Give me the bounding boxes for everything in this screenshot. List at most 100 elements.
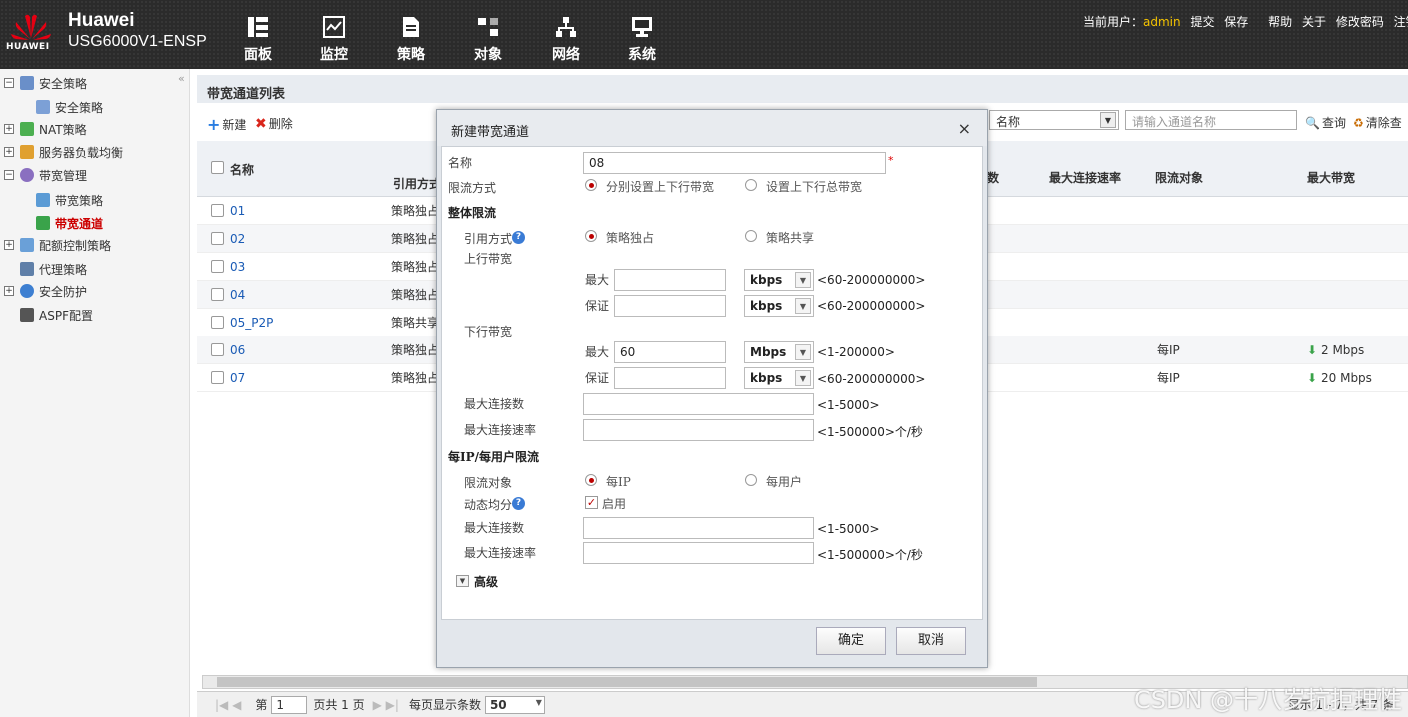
target-per-ip-radio[interactable]: [585, 474, 597, 486]
expand-toggle-icon[interactable]: +: [4, 240, 14, 250]
sidebar-item-server-lb[interactable]: + 服务器负载均衡: [4, 141, 123, 163]
column-name[interactable]: 名称: [230, 141, 254, 197]
expand-advanced-icon[interactable]: ▼: [456, 575, 469, 587]
upstream-label: 上行带宽: [464, 252, 513, 266]
page-input[interactable]: 1: [271, 695, 308, 714]
limit-mode-separate-radio[interactable]: [585, 179, 597, 191]
search-input[interactable]: 请输入通道名称: [1125, 110, 1297, 130]
system-icon: [632, 17, 652, 37]
clear-button[interactable]: ♻ 清除查: [1353, 114, 1402, 131]
per-ip-max-rate-input[interactable]: [583, 542, 814, 564]
ref-shared-radio[interactable]: [745, 230, 757, 242]
help-icon[interactable]: ?: [512, 231, 525, 244]
scrollbar-thumb[interactable]: [217, 677, 1037, 687]
bandwidth-channel-icon: [36, 216, 50, 230]
row-name-link[interactable]: 03: [230, 260, 245, 274]
nav-system[interactable]: 系统: [617, 16, 667, 64]
collapse-toggle-icon[interactable]: −: [4, 170, 14, 180]
sidebar-item-proxy-policy[interactable]: 代理策略: [20, 258, 87, 280]
help-icon[interactable]: ?: [512, 497, 525, 510]
max-rate-input[interactable]: [583, 419, 814, 441]
row-name-link[interactable]: 02: [230, 232, 245, 246]
logout-link[interactable]: 注销: [1394, 15, 1408, 29]
down-guar-input[interactable]: [614, 367, 726, 389]
cancel-button[interactable]: 取消: [896, 627, 966, 655]
row-checkbox[interactable]: [211, 288, 224, 301]
sidebar-item-security-policy[interactable]: 安全策略: [36, 96, 103, 118]
filter-field-select[interactable]: 名称 ▼: [989, 110, 1119, 130]
row-checkbox[interactable]: [211, 260, 224, 273]
up-guar-unit-select[interactable]: kbps ▼: [744, 295, 814, 317]
target-per-ip-label: 每IP: [606, 475, 631, 489]
up-guar-input[interactable]: [614, 295, 726, 317]
limit-mode-label: 限流方式: [448, 181, 497, 195]
ok-button[interactable]: 确定: [816, 627, 886, 655]
row-name-link[interactable]: 04: [230, 288, 245, 302]
sidebar-item-label: 安全策略: [55, 100, 104, 115]
row-name-link[interactable]: 05_P2P: [230, 316, 273, 330]
per-page-select[interactable]: 50 ▼: [484, 695, 545, 714]
last-page-icon[interactable]: ▶ ▶|: [373, 698, 399, 712]
down-max-unit-select[interactable]: Mbps ▼: [744, 341, 814, 363]
sidebar-item-security-policy-group[interactable]: − 安全策略: [4, 72, 87, 94]
expand-toggle-icon[interactable]: +: [4, 147, 14, 157]
nav-network[interactable]: 网络: [541, 16, 591, 64]
save-link[interactable]: 保存: [1224, 15, 1248, 29]
row-name-link[interactable]: 06: [230, 343, 245, 357]
row-name-link[interactable]: 07: [230, 371, 245, 385]
sidebar-item-bandwidth-mgmt[interactable]: − 带宽管理: [4, 164, 87, 186]
new-button[interactable]: + 新建: [207, 115, 246, 134]
submit-link[interactable]: 提交: [1190, 15, 1214, 29]
sidebar-item-label: 安全防护: [39, 284, 88, 299]
ref-exclusive-label: 策略独占: [606, 231, 655, 245]
target-per-user-radio[interactable]: [745, 474, 757, 486]
row-checkbox[interactable]: [211, 204, 224, 217]
down-arrow-icon: ⬇: [1307, 342, 1318, 357]
sidebar-item-aspf[interactable]: ASPF配置: [20, 304, 93, 326]
row-name-link[interactable]: 01: [230, 204, 245, 218]
row-checkbox[interactable]: [211, 343, 224, 356]
nav-policy[interactable]: 策略: [386, 16, 436, 64]
delete-button[interactable]: ✖ 删除: [255, 115, 293, 132]
limit-mode-total-radio[interactable]: [745, 179, 757, 191]
about-link[interactable]: 关于: [1302, 15, 1326, 29]
first-page-icon[interactable]: |◀ ◀: [215, 698, 241, 712]
down-max-input[interactable]: 60: [614, 341, 726, 363]
row-target: 每IP: [1157, 343, 1180, 357]
row-checkbox[interactable]: [211, 316, 224, 329]
down-guar-unit-select[interactable]: kbps ▼: [744, 367, 814, 389]
nav-dashboard-label: 面板: [244, 47, 272, 63]
sidebar-item-nat-policy[interactable]: + NAT策略: [4, 118, 87, 140]
per-ip-max-conn-input[interactable]: [583, 517, 814, 539]
change-password-link[interactable]: 修改密码: [1336, 15, 1384, 29]
sidebar-item-security-protection[interactable]: + 安全防护: [4, 280, 87, 302]
name-input[interactable]: 08: [583, 152, 886, 174]
sidebar-item-bandwidth-channel[interactable]: 带宽通道: [36, 212, 103, 234]
select-all-checkbox[interactable]: [211, 161, 224, 174]
expand-toggle-icon[interactable]: +: [4, 124, 14, 134]
row-checkbox[interactable]: [211, 371, 224, 384]
row-checkbox[interactable]: [211, 232, 224, 245]
close-icon[interactable]: ×: [958, 119, 971, 138]
downstream-label: 下行带宽: [464, 325, 513, 339]
expand-toggle-icon[interactable]: +: [4, 286, 14, 296]
sidebar-item-bandwidth-policy[interactable]: 带宽策略: [36, 189, 103, 211]
collapse-toggle-icon[interactable]: −: [4, 78, 14, 88]
up-max-unit-select[interactable]: kbps ▼: [744, 269, 814, 291]
nav-monitor[interactable]: 监控: [309, 16, 359, 64]
sidebar-collapse-icon[interactable]: «: [178, 72, 185, 85]
ref-exclusive-radio[interactable]: [585, 230, 597, 242]
sidebar-item-quota-policy[interactable]: + 配额控制策略: [4, 234, 111, 256]
monitor-icon: [323, 16, 345, 38]
query-button[interactable]: 🔍 查询: [1305, 114, 1346, 131]
nav-object[interactable]: 对象: [463, 16, 513, 64]
nav-dashboard[interactable]: 面板: [233, 16, 283, 64]
sidebar-item-label: NAT策略: [39, 122, 87, 137]
max-conn-input[interactable]: [583, 393, 814, 415]
dynamic-share-checkbox[interactable]: ✓: [585, 496, 598, 509]
up-max-input[interactable]: [614, 269, 726, 291]
help-link[interactable]: 帮助: [1268, 15, 1292, 29]
row-ref: 策略独占: [391, 371, 440, 385]
advanced-toggle[interactable]: 高级: [474, 573, 498, 590]
sidebar-item-label: 安全策略: [39, 76, 88, 91]
